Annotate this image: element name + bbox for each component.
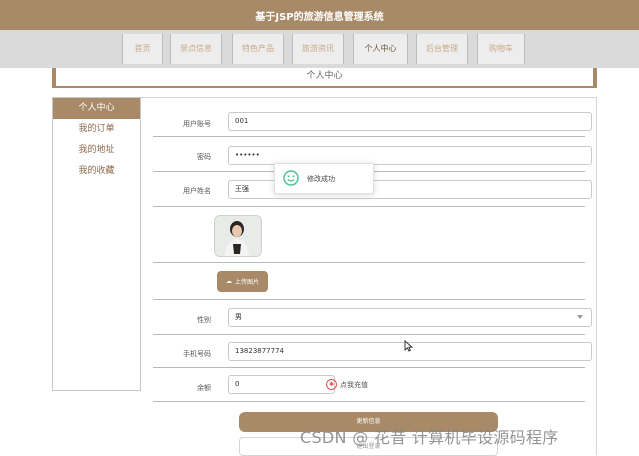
sidebar-item-addresses[interactable]: 我的地址 bbox=[53, 140, 140, 161]
nav-item-travel-news[interactable]: 旅游资讯 bbox=[292, 34, 344, 64]
smile-icon bbox=[283, 169, 299, 188]
app-header: 基于JSP的旅游信息管理系统 bbox=[0, 0, 639, 30]
nav-item-home[interactable]: 首页 bbox=[122, 34, 163, 64]
sidebar-item-orders[interactable]: 我的订单 bbox=[53, 119, 140, 140]
recharge-label: 点我充值 bbox=[340, 380, 368, 389]
form-row-phone: 手机号码 13823877774 bbox=[153, 334, 592, 368]
sidebar-item-favorites[interactable]: 我的收藏 bbox=[53, 161, 140, 182]
nav-item-admin[interactable]: 后台管理 bbox=[416, 34, 468, 64]
page-title: 个人中心 bbox=[52, 68, 597, 88]
phone-label: 手机号码 bbox=[183, 350, 211, 358]
balance-input[interactable]: 0 bbox=[228, 375, 335, 394]
name-label: 用户姓名 bbox=[183, 187, 211, 195]
recharge-link[interactable]: ✱ 点我充值 bbox=[326, 379, 368, 390]
upload-cloud-icon: ☁ bbox=[225, 278, 232, 285]
gender-label: 性别 bbox=[197, 316, 211, 324]
avatar-image bbox=[214, 215, 262, 257]
sidebar: 个人中心 我的订单 我的地址 我的收藏 bbox=[52, 97, 141, 391]
toast-message: 修改成功 bbox=[307, 174, 335, 183]
mouse-cursor-icon bbox=[404, 340, 414, 352]
account-label: 用户账号 bbox=[183, 120, 211, 128]
balance-label: 余额 bbox=[197, 384, 211, 392]
nav-item-cart[interactable]: 购物车 bbox=[477, 34, 525, 64]
sidebar-item-personal-center[interactable]: 个人中心 bbox=[53, 98, 140, 119]
profile-form: 用户账号 001 密码 •••••• 用户姓名 王强 ☁ 上传图片 性别 男 手… bbox=[141, 97, 597, 456]
upload-image-label: 上传图片 bbox=[234, 279, 259, 286]
gender-select[interactable]: 男 bbox=[228, 308, 592, 327]
password-label: 密码 bbox=[197, 153, 211, 161]
chevron-down-icon bbox=[577, 315, 583, 319]
app-title: 基于JSP的旅游信息管理系统 bbox=[255, 11, 384, 23]
form-row-gender: 性别 男 bbox=[153, 299, 592, 335]
upload-image-button[interactable]: ☁ 上传图片 bbox=[217, 271, 268, 292]
recharge-icon: ✱ bbox=[326, 379, 337, 390]
top-navigation: 首页 景点信息 特色产品 旅游资讯 个人中心 后台管理 购物车 bbox=[0, 30, 639, 68]
form-row-account: 用户账号 001 bbox=[153, 98, 592, 137]
gender-value: 男 bbox=[235, 313, 242, 321]
nav-item-attractions[interactable]: 景点信息 bbox=[170, 34, 222, 64]
watermark: CSDN @ 花昔 计算机毕设源码程序 bbox=[300, 428, 559, 447]
nav-item-specialty-products[interactable]: 特色产品 bbox=[232, 34, 284, 64]
form-row-balance: 余额 0 bbox=[153, 367, 585, 402]
account-input[interactable]: 001 bbox=[228, 112, 592, 131]
success-toast: 修改成功 bbox=[274, 163, 374, 194]
nav-item-personal-center[interactable]: 个人中心 bbox=[353, 34, 408, 64]
